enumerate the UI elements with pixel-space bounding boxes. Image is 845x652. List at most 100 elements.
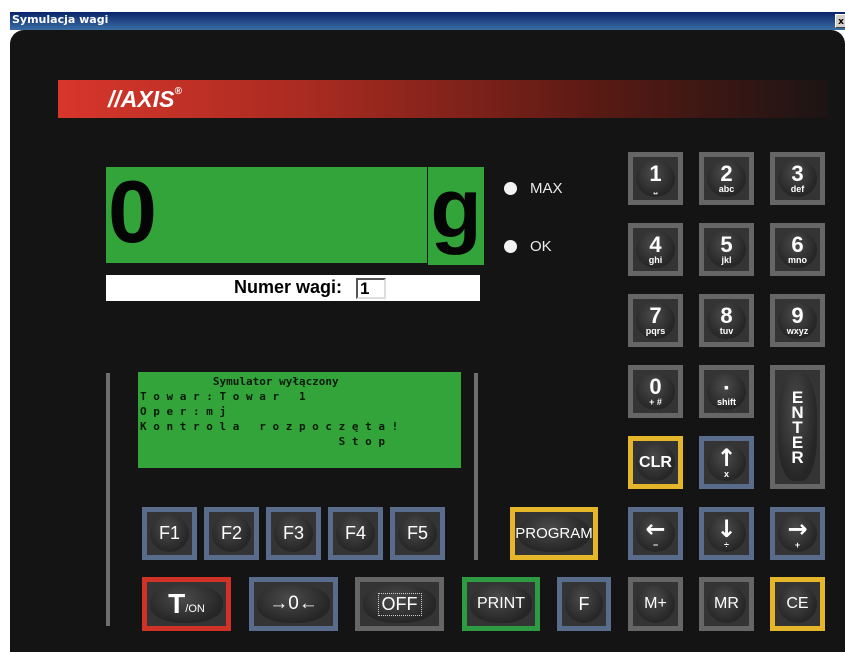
brand-name: //AXIS xyxy=(108,86,175,112)
close-button[interactable]: x xyxy=(835,14,845,28)
key-9[interactable]: 9 wxyz xyxy=(770,294,825,347)
lcd-line: O p e r : m j xyxy=(140,405,227,418)
key-8[interactable]: 8 tuv xyxy=(699,294,754,347)
key-9-sub: wxyz xyxy=(786,325,809,336)
f4-button[interactable]: F4 xyxy=(328,507,383,560)
arrow-up-button[interactable]: ↑ x xyxy=(699,436,754,489)
key-6-sub: mno xyxy=(788,254,807,265)
lcd-line: K o n t r o l a r o z p o c z ę t a ! xyxy=(140,420,399,433)
key-0[interactable]: 0 + # xyxy=(628,365,683,418)
arrow-right-icon: → xyxy=(787,514,808,543)
max-label: MAX xyxy=(530,180,563,197)
key-5-num: 5 xyxy=(720,231,733,257)
m-plus-button[interactable]: M+ xyxy=(628,577,683,631)
key-5-sub: jkl xyxy=(721,254,732,265)
key-5[interactable]: 5 jkl xyxy=(699,223,754,276)
shift-key-label: shift xyxy=(717,396,736,407)
enter-letter: R xyxy=(791,447,804,467)
enter-key[interactable]: E N T E R xyxy=(770,365,825,489)
unit-value: g xyxy=(430,161,482,255)
tare-label: T xyxy=(168,588,186,619)
shift-key[interactable]: ▪ shift xyxy=(699,365,754,418)
arrow-left-sub: − xyxy=(652,539,659,550)
key-8-sub: tuv xyxy=(719,325,734,336)
key-6[interactable]: 6 mno xyxy=(770,223,825,276)
ce-label: CE xyxy=(786,595,809,612)
key-3[interactable]: 3 def xyxy=(770,152,825,205)
key-4-sub: ghi xyxy=(648,254,663,265)
arrow-left-button[interactable]: ← − xyxy=(628,507,683,560)
key-0-sub: + # xyxy=(649,396,662,407)
key-9-num: 9 xyxy=(791,302,804,328)
key-4[interactable]: 4 ghi xyxy=(628,223,683,276)
f4-label: F4 xyxy=(344,523,366,543)
key-2-sub: abc xyxy=(718,183,735,194)
max-led xyxy=(504,182,517,195)
mr-button[interactable]: MR xyxy=(699,577,754,631)
arrow-left-icon: ← xyxy=(645,514,666,543)
print-label: PRINT xyxy=(477,595,525,612)
f1-button[interactable]: F1 xyxy=(142,507,197,560)
key-7-sub: pqrs xyxy=(645,325,666,336)
lcd-screen: Symulator wyłączony T o w a r : T o w a … xyxy=(138,372,461,468)
f2-label: F2 xyxy=(220,523,242,543)
f5-button[interactable]: F5 xyxy=(390,507,445,560)
arrow-down-icon: ↓ xyxy=(716,514,737,543)
tare-on-button[interactable]: T/ON xyxy=(142,577,231,631)
key-7-num: 7 xyxy=(649,302,662,328)
off-label: OFF xyxy=(377,592,422,616)
key-0-num: 0 xyxy=(649,373,662,399)
key-7[interactable]: 7 pqrs xyxy=(628,294,683,347)
key-2[interactable]: 2 abc xyxy=(699,152,754,205)
clr-label: CLR xyxy=(639,453,672,471)
arrow-down-button[interactable]: ↓ ÷ xyxy=(699,507,754,560)
f3-label: F3 xyxy=(282,523,304,543)
f3-button[interactable]: F3 xyxy=(266,507,321,560)
key-1-num: 1 xyxy=(649,160,662,186)
zero-button[interactable]: →0← xyxy=(249,577,338,631)
key-1-sub: ⎵ xyxy=(653,183,658,194)
arrow-up-sub: x xyxy=(723,468,729,479)
ok-label: OK xyxy=(530,238,552,255)
brand-reg-mark: ® xyxy=(174,86,182,97)
key-8-num: 8 xyxy=(720,302,733,328)
m-plus-label: M+ xyxy=(644,595,667,612)
lcd-line: S t o p xyxy=(140,435,386,448)
scale-number-label: Numer wagi: xyxy=(234,277,343,297)
shift-key-dot: ▪ xyxy=(724,378,729,395)
weight-value: 0 xyxy=(108,162,157,261)
key-3-sub: def xyxy=(790,183,805,194)
zero-label: →0← xyxy=(269,593,318,614)
middle-separator xyxy=(474,373,478,560)
f2-button[interactable]: F2 xyxy=(204,507,259,560)
left-separator xyxy=(106,373,110,626)
key-2-num: 2 xyxy=(720,160,733,186)
key-6-num: 6 xyxy=(791,231,804,257)
title-strip xyxy=(10,12,845,30)
ce-button[interactable]: CE xyxy=(770,577,825,631)
f5-label: F5 xyxy=(406,523,428,543)
lcd-line: T o w a r : T o w a r 1 xyxy=(140,390,306,403)
f-button[interactable]: F xyxy=(557,577,611,631)
clr-button[interactable]: CLR xyxy=(628,436,683,489)
ok-led xyxy=(504,240,517,253)
window-title: Symulacja wagi xyxy=(12,13,109,26)
arrow-down-sub: ÷ xyxy=(724,539,729,550)
mr-label: MR xyxy=(714,595,739,612)
print-button[interactable]: PRINT xyxy=(462,577,540,631)
program-label: PROGRAM xyxy=(515,525,593,542)
arrow-right-sub: + xyxy=(794,539,801,550)
lcd-line: Symulator wyłączony xyxy=(140,375,339,388)
f-label: F xyxy=(578,593,590,614)
scale-number-input[interactable] xyxy=(356,278,386,299)
tare-on-sub: /ON xyxy=(185,603,205,615)
key-3-num: 3 xyxy=(791,160,804,186)
key-1[interactable]: 1 ⎵ xyxy=(628,152,683,205)
f1-label: F1 xyxy=(158,523,180,543)
arrow-right-button[interactable]: → + xyxy=(770,507,825,560)
off-button[interactable]: OFF xyxy=(355,577,444,631)
program-button[interactable]: PROGRAM xyxy=(510,507,598,560)
key-4-num: 4 xyxy=(649,231,662,257)
brand-logo: //AXIS® xyxy=(108,86,182,113)
arrow-up-icon: ↑ xyxy=(716,443,737,472)
